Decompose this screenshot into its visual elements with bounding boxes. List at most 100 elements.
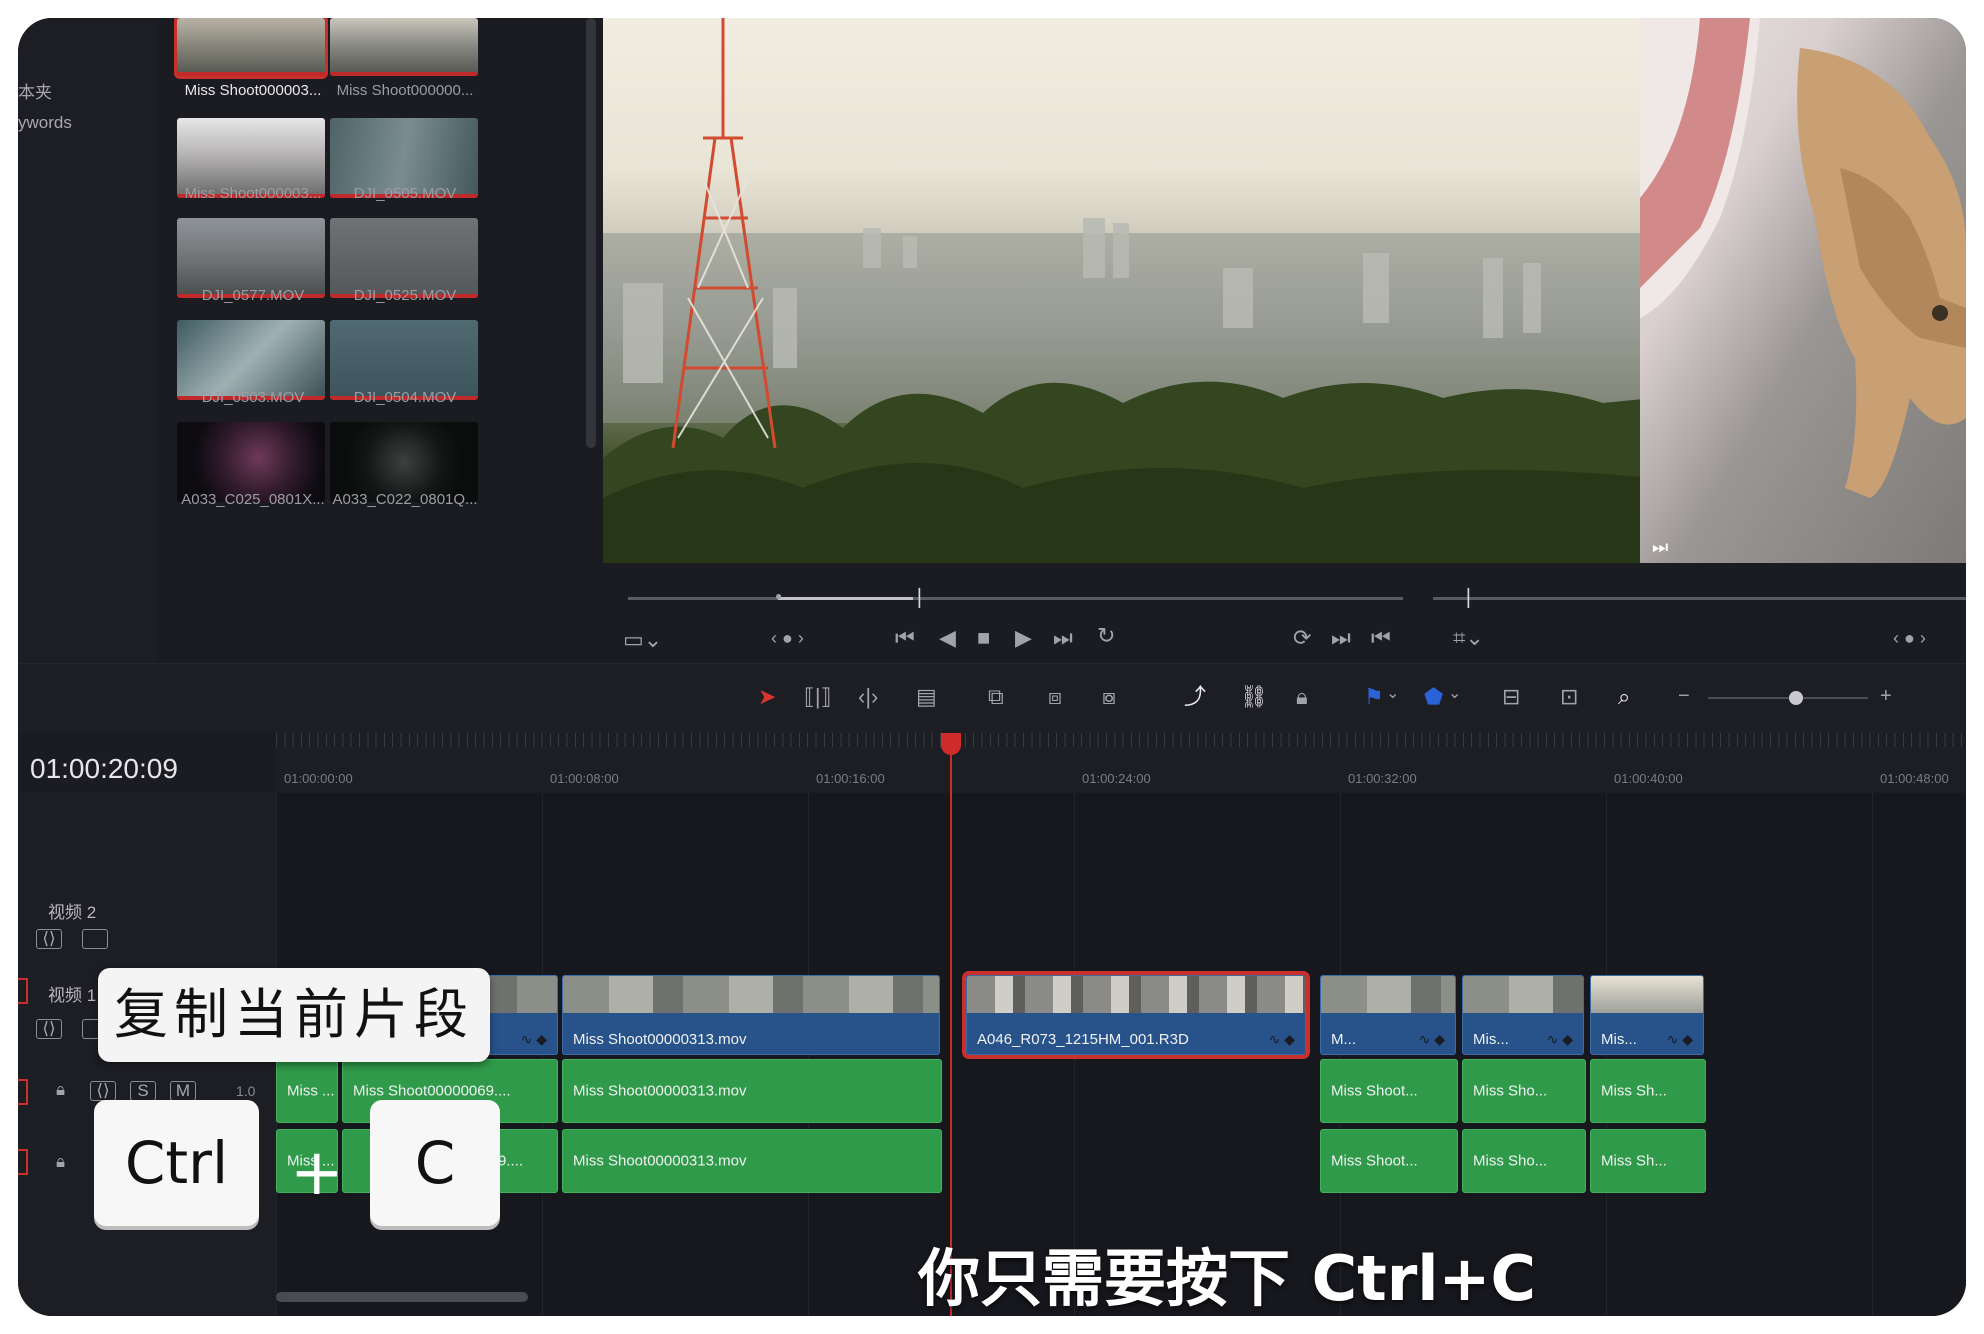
auto-select-icon[interactable]: ⟨⟩ xyxy=(36,1019,62,1039)
key-c: C xyxy=(370,1100,500,1226)
flag-icon[interactable]: ⚑ xyxy=(1364,686,1384,708)
select-arrow-icon[interactable]: ➤ xyxy=(758,686,776,708)
track-name-v1[interactable]: 视频 1 xyxy=(48,981,96,1006)
clip-thumbnail[interactable] xyxy=(330,218,478,298)
zoom-out-icon[interactable]: − xyxy=(1678,686,1690,706)
audio-clip[interactable]: Miss Shoot... xyxy=(1320,1129,1458,1193)
ruler-label: 01:00:16:00 xyxy=(816,771,885,786)
viewer-frame-image xyxy=(603,18,1653,563)
solo-button[interactable]: S xyxy=(130,1081,156,1101)
mark-in-icon[interactable]: ⏭ xyxy=(1331,627,1351,649)
viewer2-play-icon[interactable]: ⏭ xyxy=(1652,538,1668,556)
video-clip[interactable]: M... ∿ ◆ xyxy=(1320,975,1456,1055)
blade-icon[interactable]: ▤ xyxy=(916,686,937,708)
snapping-icon[interactable]: ⤴ xyxy=(1184,686,1206,708)
edit-toolbar: ➤ ⟦|⟧ ‹|› ▤ ⧉ ⧈ ⧇ ⤴ ⛓ 🔒︎ ⚑ ⌄ ⬟ ⌄ ⊟ ⊡ ⌕ −… xyxy=(18,663,1966,733)
marker-icon[interactable]: ⬟ xyxy=(1424,686,1443,708)
auto-select-icon[interactable]: ⟨⟩ xyxy=(36,929,62,949)
mute-button[interactable]: M xyxy=(170,1081,196,1101)
track-volume: 1.0 xyxy=(236,1083,256,1099)
dynamic-trim-icon[interactable]: ‹|› xyxy=(858,686,878,708)
play-icon[interactable]: ▶ xyxy=(1015,627,1032,649)
stop-icon[interactable]: ■ xyxy=(977,627,990,649)
resolve-window: 本夹 ywords Miss Shoot000003... Miss Shoot… xyxy=(18,18,1966,1316)
media-pool: Miss Shoot000003... Miss Shoot000000... … xyxy=(158,18,613,663)
audio-clip[interactable]: Miss Sho... xyxy=(1462,1059,1586,1123)
link-icon[interactable]: ⛓ xyxy=(1240,686,1268,708)
clip-thumbnail[interactable] xyxy=(177,320,325,400)
clip-name: A033_C022_0801Q... xyxy=(332,491,478,508)
audio-clip[interactable]: Miss Sh... xyxy=(1590,1129,1706,1193)
clip-thumbnail[interactable] xyxy=(177,422,325,502)
clip-name: Miss Shoot000000... xyxy=(336,82,474,99)
timeline-scrollbar[interactable] xyxy=(276,1292,528,1302)
audio2-lock-icon[interactable]: 🔒︎ xyxy=(56,1153,65,1170)
go-to-start-icon[interactable]: ⏮ xyxy=(895,627,915,649)
ruler-label: 01:00:48:00 xyxy=(1880,771,1949,786)
scrubber-progress xyxy=(778,597,913,600)
audio-destination-marker[interactable] xyxy=(18,1079,28,1105)
audio-clip[interactable]: Miss Sho... xyxy=(1462,1129,1586,1193)
media-pool-scrollbar[interactable] xyxy=(586,18,596,448)
audio-lock-icon[interactable]: 🔒︎ xyxy=(56,1081,65,1098)
lock-icon[interactable]: 🔒︎ xyxy=(1296,686,1308,708)
key-plus: + xyxy=(290,1136,344,1210)
timeline-ruler[interactable]: 01:00:00:00 01:00:08:00 01:00:16:00 01:0… xyxy=(276,733,1966,793)
ruler-label: 01:00:00:00 xyxy=(284,771,353,786)
scrubber2-track[interactable] xyxy=(1433,597,1966,600)
clip-thumbnail[interactable] xyxy=(330,320,478,400)
scrubber-in-dot[interactable]: ● xyxy=(775,590,782,602)
zoom-detail-icon[interactable]: ⊡ xyxy=(1560,686,1578,708)
track-name-v2[interactable]: 视频 2 xyxy=(48,898,96,923)
clip-thumbnail[interactable] xyxy=(174,18,328,79)
scrubber-playhead[interactable]: ❘ xyxy=(911,587,928,607)
zoom-slider-track[interactable] xyxy=(1708,697,1868,699)
insert-icon[interactable]: ⧉ xyxy=(988,686,1004,708)
ruler-label: 01:00:40:00 xyxy=(1614,771,1683,786)
track-destination-marker[interactable] xyxy=(18,978,28,1004)
auto-select-icon[interactable]: ⟨⟩ xyxy=(90,1081,116,1101)
zoom-slider-thumb[interactable] xyxy=(1789,691,1803,705)
selected-video-clip[interactable]: A046_R073_1215HM_001.R3D ∿ ◆ xyxy=(962,971,1310,1059)
reverse-play-icon[interactable]: ◀ xyxy=(939,627,956,649)
timeline-timecode[interactable]: 01:00:20:09 xyxy=(30,753,178,785)
viewer-layout-icon[interactable]: ▭⌄ xyxy=(623,629,662,651)
audio-clip[interactable]: Miss Sh... xyxy=(1590,1059,1706,1123)
marker-dropdown-icon[interactable]: ⌄ xyxy=(1448,686,1461,702)
bin-item-folder[interactable]: 本夹 xyxy=(18,78,52,103)
clip-thumbnail[interactable] xyxy=(330,422,478,502)
go-to-end-icon[interactable]: ⏭ xyxy=(1053,627,1073,649)
transform-icon[interactable]: ⌗⌄ xyxy=(1453,627,1484,649)
video-clip[interactable]: Mis... ∿ ◆ xyxy=(1590,975,1704,1055)
clip-thumbnail[interactable] xyxy=(177,218,325,298)
viewer2-nav[interactable]: ‹ ● › xyxy=(1893,629,1926,647)
grid-line xyxy=(1872,793,1873,1316)
viewer-nav[interactable]: ‹ ● › xyxy=(771,629,804,647)
ruler-label: 01:00:08:00 xyxy=(550,771,619,786)
mark-out-icon[interactable]: ⏮ xyxy=(1371,627,1391,649)
audio2-destination-marker[interactable] xyxy=(18,1149,28,1175)
zoom-full-icon[interactable]: ⊟ xyxy=(1502,686,1520,708)
flag-dropdown-icon[interactable]: ⌄ xyxy=(1386,686,1399,702)
audio-clip[interactable]: Miss ... xyxy=(276,1059,338,1123)
replace-icon[interactable]: ⧇ xyxy=(1102,686,1116,708)
zoom-custom-icon[interactable]: ⌕ xyxy=(1618,686,1630,708)
track-enable-icon[interactable] xyxy=(82,929,108,949)
zoom-in-icon[interactable]: + xyxy=(1880,686,1892,706)
ruler-label: 01:00:24:00 xyxy=(1082,771,1151,786)
match-frame-icon[interactable]: ⟳ xyxy=(1293,627,1311,649)
timeline-viewer xyxy=(603,18,1653,563)
overwrite-icon[interactable]: ⧈ xyxy=(1048,686,1062,708)
video-clip[interactable]: Miss Shoot00000313.mov xyxy=(562,975,940,1055)
trim-icon[interactable]: ⟦|⟧ xyxy=(804,686,832,708)
audio-clip[interactable]: Miss Shoot00000313.mov xyxy=(562,1059,942,1123)
bin-item-keywords[interactable]: ywords xyxy=(18,113,72,133)
loop-icon[interactable]: ↻ xyxy=(1097,625,1115,647)
audio-clip[interactable]: Miss Shoot... xyxy=(1320,1059,1458,1123)
audio-clip[interactable]: Miss Shoot00000313.mov xyxy=(562,1129,942,1193)
clip-thumbnail[interactable] xyxy=(330,18,478,76)
scrubber2-playhead[interactable]: ❘ xyxy=(1460,587,1477,607)
video-clip[interactable]: Mis... ∿ ◆ xyxy=(1462,975,1584,1055)
video-subtitle: 你只需要按下 Ctrl+C xyxy=(918,1242,1537,1315)
scrubber-track[interactable] xyxy=(628,597,1403,600)
